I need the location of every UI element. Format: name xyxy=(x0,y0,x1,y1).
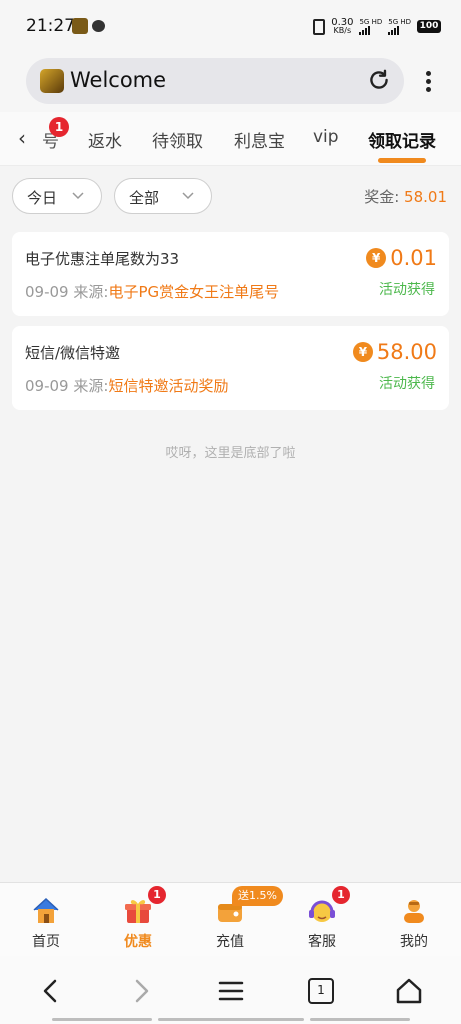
nav-profile-label: 我的 xyxy=(400,934,428,950)
record-source: 电子PG赏金女王注单尾号 xyxy=(108,283,280,301)
tab-claim-records[interactable]: 领取记录 xyxy=(368,127,436,152)
bonus-total-amount: 58.01 xyxy=(404,188,447,206)
forward-arrow-icon[interactable] xyxy=(126,976,156,1006)
chevron-down-icon xyxy=(182,192,194,200)
net-speed-unit: KB/s xyxy=(333,25,352,35)
address-bar[interactable]: Welcome xyxy=(26,58,404,104)
type-filter-value: 全部 xyxy=(129,189,160,207)
vibrate-icon xyxy=(313,18,326,35)
nav-promotions-badge: 1 xyxy=(148,886,166,904)
battery-indicator: 100 xyxy=(417,20,441,33)
record-amount-value: 0.01 xyxy=(390,246,437,270)
bottom-nav: 首页 1 优惠 充值 送1.5% 1 客服 我的 xyxy=(0,882,461,956)
app-notification-icon xyxy=(72,18,88,34)
record-date: 09-09 xyxy=(25,283,69,301)
tab-vip[interactable]: vip xyxy=(313,127,339,147)
back-arrow-icon[interactable] xyxy=(36,976,66,1006)
message-notification-icon xyxy=(92,20,105,32)
record-amount: ¥ 0.01 xyxy=(366,246,437,270)
bonus-total: 奖金: 58.01 xyxy=(364,186,447,207)
nav-profile[interactable]: 我的 xyxy=(368,883,460,957)
browser-toolbar: Welcome xyxy=(0,56,461,112)
tab-rebate[interactable]: 返水 xyxy=(88,127,122,152)
record-source-label: 来源: xyxy=(73,377,109,395)
nav-home-label: 首页 xyxy=(32,934,60,950)
signal-bars-icon xyxy=(388,26,400,35)
hamburger-menu-icon[interactable] xyxy=(216,976,246,1006)
nav-promotions[interactable]: 1 优惠 xyxy=(92,883,184,957)
signal-1-label: 5G HD xyxy=(359,18,383,26)
record-date: 09-09 xyxy=(25,377,69,395)
nav-home[interactable]: 首页 xyxy=(0,883,92,957)
home-icon xyxy=(33,897,59,923)
nav-support-label: 客服 xyxy=(308,934,336,950)
date-filter-dropdown[interactable]: 今日 xyxy=(12,178,102,214)
yuan-coin-icon: ¥ xyxy=(366,248,387,268)
home-button-icon[interactable] xyxy=(394,976,424,1006)
record-source: 短信特邀活动奖励 xyxy=(108,377,229,395)
gesture-bar xyxy=(158,1018,304,1021)
tabs-switcher-button[interactable]: 1 xyxy=(306,976,336,1006)
yuan-coin-icon: ¥ xyxy=(352,342,373,362)
profile-icon xyxy=(404,900,424,923)
net-speed: 0.30 KB/s xyxy=(331,17,353,35)
nav-deposit-label: 充值 xyxy=(216,934,244,950)
record-card[interactable]: 短信/微信特邀 09-09 来源:短信特邀活动奖励 ¥ 58.00 活动获得 xyxy=(12,326,449,410)
record-status: 活动获得 xyxy=(379,282,435,298)
gesture-bar xyxy=(52,1018,152,1021)
tab-interest[interactable]: 利息宝 xyxy=(234,127,285,152)
active-tab-indicator xyxy=(378,158,426,163)
tab-pending[interactable]: 待领取 xyxy=(152,127,203,152)
record-title: 短信/微信特邀 xyxy=(25,344,121,362)
record-status: 活动获得 xyxy=(379,376,435,392)
page-title: Welcome xyxy=(70,68,167,92)
type-filter-dropdown[interactable]: 全部 xyxy=(114,178,212,214)
record-source-label: 来源: xyxy=(73,283,109,301)
signal-2: 5G HD xyxy=(388,18,411,35)
record-meta: 09-09 来源:短信特邀活动奖励 xyxy=(25,375,228,396)
record-meta: 09-09 来源:电子PG赏金女王注单尾号 xyxy=(25,281,279,302)
nav-support-badge: 1 xyxy=(332,886,350,904)
record-title: 电子优惠注单尾数为33 xyxy=(25,250,180,268)
signal-2-label: 5G HD xyxy=(388,18,411,26)
status-bar: 21:27 0.30 KB/s 5G HD 5G HD 100 xyxy=(0,0,461,56)
nav-promotions-label: 优惠 xyxy=(124,934,152,950)
status-indicators: 0.30 KB/s 5G HD 5G HD 100 xyxy=(313,17,441,35)
site-favicon-icon xyxy=(40,69,64,93)
signal-1: 5G HD xyxy=(359,18,382,35)
tab-badge: 1 xyxy=(49,117,69,137)
signal-bars-icon xyxy=(359,26,371,35)
end-of-list-tip: 哎呀，这里是底部了啦 xyxy=(165,446,296,461)
bonus-total-label: 奖金: xyxy=(364,188,400,206)
chevron-down-icon xyxy=(72,192,84,200)
reload-icon[interactable] xyxy=(366,67,392,93)
tabs-scroll-left-icon[interactable]: ‹ xyxy=(18,126,26,150)
nav-support[interactable]: 1 客服 xyxy=(276,883,368,957)
gesture-bar xyxy=(310,1018,410,1021)
record-card[interactable]: 电子优惠注单尾数为33 09-09 来源:电子PG赏金女王注单尾号 ¥ 0.01… xyxy=(12,232,449,316)
category-tabs: ‹ 号 1 返水 待领取 利息宝 vip 领取记录 xyxy=(0,112,461,166)
date-filter-value: 今日 xyxy=(27,189,58,207)
status-time: 21:27 xyxy=(26,16,75,36)
more-menu-icon[interactable] xyxy=(418,68,438,98)
record-amount: ¥ 58.00 xyxy=(352,340,437,364)
tab-count: 1 xyxy=(308,978,334,1004)
system-nav-bar: 1 xyxy=(0,956,461,1024)
record-amount-value: 58.00 xyxy=(376,340,437,364)
